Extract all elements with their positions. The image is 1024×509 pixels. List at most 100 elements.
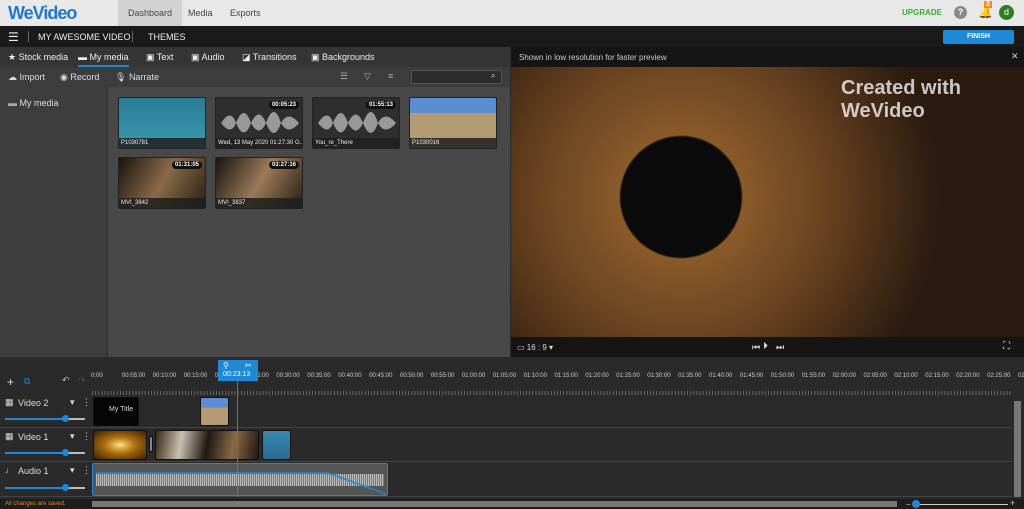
tab-transitions[interactable]: ◪ Transitions (242, 47, 297, 67)
divider (28, 31, 29, 42)
list-view-icon[interactable]: ☰ (340, 71, 348, 82)
record-button[interactable]: ◉ Record (60, 72, 99, 83)
project-title[interactable]: MY AWESOME VIDEO (38, 32, 131, 42)
track-video-1: ▦ Video 1 ▾ ⋮ (0, 428, 1012, 462)
filter-icon[interactable]: ▽ (364, 71, 371, 82)
ruler-label: 00:30:00 (276, 373, 300, 379)
narrate-button[interactable]: 🎙 Narrate (115, 72, 159, 83)
preview-panel: Shown in low resolution for faster previ… (511, 47, 1024, 357)
ruler-label: 01:45:00 (739, 373, 764, 379)
more-icon[interactable]: ⋮ (82, 397, 91, 408)
timeline: + ⧉ ↶ ↷ 0:0000:05:0000:10:0000:15:0000:2… (0, 357, 1024, 509)
track-name: Video 2 (18, 398, 49, 408)
video-preview[interactable]: Created with WeVideo (511, 67, 1024, 337)
zoom-in-icon[interactable]: + (1010, 498, 1015, 508)
zoom-slider[interactable] (914, 504, 1008, 505)
media-toolbar: ☁ Import ◉ Record 🎙 Narrate ☰ ▽ ≡ ⌕ (0, 67, 510, 87)
music-note-icon: ♩ (5, 465, 14, 475)
search-input[interactable] (411, 70, 502, 84)
text-icon: ▣ (146, 52, 157, 62)
more-icon[interactable]: ⋮ (82, 465, 91, 476)
ruler-label: 02:30:00 (1018, 373, 1024, 379)
tab-media[interactable]: Media (178, 0, 223, 26)
upgrade-link[interactable]: UPGRADE (902, 8, 942, 17)
video-clip[interactable] (93, 430, 147, 460)
wevideo-logo[interactable]: WeVideo (8, 3, 77, 24)
notification-badge: 2 (984, 1, 992, 8)
top-nav: WeVideo Dashboard Media Exports UPGRADE … (0, 0, 1024, 26)
image-clip[interactable] (200, 397, 229, 426)
tab-backgrounds[interactable]: ▣ Backgrounds (311, 47, 375, 67)
ruler-label: 00:05:00 (121, 373, 146, 379)
media-item[interactable]: P1030781 (118, 97, 206, 149)
close-icon[interactable]: ✕ (1011, 51, 1019, 62)
tab-stock-media[interactable]: ★ Stock media (8, 47, 68, 67)
ruler-label: 00:15:00 (183, 373, 208, 379)
tab-text[interactable]: ▣ Text (146, 47, 173, 67)
media-item[interactable]: 03:27:16 MVI_3837 (215, 157, 303, 209)
volume-slider[interactable] (5, 484, 85, 491)
transitions-icon: ◪ (242, 52, 253, 62)
zoom-slider-thumb[interactable] (912, 500, 920, 508)
image-clip[interactable] (262, 430, 291, 460)
sort-icon[interactable]: ≡ (388, 71, 393, 81)
media-tabs: ★ Stock media ▬ My media ▣ Text ▣ Audio … (0, 47, 510, 67)
watermark: Created with WeVideo (841, 77, 962, 122)
zoom-out-icon[interactable]: − (906, 500, 911, 509)
prev-frame-button[interactable]: ⏮ (752, 342, 760, 353)
ruler-label: 01:05:00 (492, 373, 517, 379)
tab-audio[interactable]: ▣ Audio (191, 47, 225, 67)
tab-exports[interactable]: Exports (220, 0, 271, 26)
volume-slider[interactable] (5, 449, 85, 456)
import-button[interactable]: ☁ Import (8, 72, 45, 83)
title-clip[interactable]: My Title (109, 406, 133, 413)
play-button[interactable]: ⏵ (763, 341, 768, 352)
ruler-label: 01:55:00 (801, 373, 826, 379)
tab-dashboard[interactable]: Dashboard (118, 0, 183, 26)
folder-my-media[interactable]: ▬ My media (8, 98, 59, 108)
track-icon: ▦ (5, 397, 14, 407)
media-item[interactable]: 01:55:13 You_re_There (312, 97, 400, 149)
fullscreen-icon[interactable]: ⛶ (1003, 341, 1010, 352)
collapse-icon[interactable]: ▾ (70, 397, 75, 408)
track-audio-1: ♩ Audio 1 ▾ ⋮ (0, 462, 1012, 497)
ruler-label: 02:00:00 (832, 373, 856, 379)
media-item[interactable]: 00:05:23 Wed, 13 May 2020 01:27:30 G... (215, 97, 303, 149)
video-clip[interactable] (155, 430, 259, 460)
scissors-icon[interactable]: ✂ (245, 361, 252, 370)
ruler-label: 00:55:00 (430, 373, 455, 379)
media-item[interactable]: 01:31:05 MVI_3842 (118, 157, 206, 209)
ruler-label: 02:20:00 (956, 373, 980, 379)
track-icon: ▦ (5, 431, 14, 441)
cloud-upload-icon: ☁ (8, 72, 20, 82)
tab-my-media[interactable]: ▬ My media (78, 47, 129, 67)
ruler-label: 00:40:00 (338, 373, 362, 379)
vertical-scrollbar[interactable] (1014, 401, 1021, 497)
themes-button[interactable]: THEMES (148, 32, 186, 42)
avatar[interactable]: d (999, 5, 1014, 20)
horizontal-scrollbar[interactable] (92, 501, 897, 507)
backgrounds-icon: ▣ (311, 52, 323, 62)
media-item[interactable]: P1030016 (409, 97, 497, 149)
audio-icon: ▣ (191, 52, 202, 62)
hamburger-menu-icon[interactable]: ☰ (8, 30, 19, 44)
more-icon[interactable]: ⋮ (82, 431, 91, 442)
aspect-ratio-select[interactable]: ▭ 16 : 9 ▾ (517, 343, 553, 352)
playhead-line[interactable] (237, 381, 238, 497)
next-frame-button[interactable]: ⏭ (776, 342, 784, 353)
time-ruler[interactable]: 0:0000:05:0000:10:0000:15:0000:20:0000:2… (0, 357, 1024, 395)
volume-envelope[interactable] (93, 464, 389, 497)
ruler-label: 01:10:00 (523, 373, 547, 379)
playhead-handle[interactable]: ⚲ ✂ 00:23:13 (218, 360, 258, 381)
screen-icon: ▭ (517, 343, 527, 352)
marker-icon[interactable]: ⚲ (223, 361, 229, 370)
collapse-icon[interactable]: ▾ (70, 465, 75, 476)
transition-handle[interactable] (149, 436, 153, 452)
track-name: Video 1 (18, 432, 49, 442)
audio-clip[interactable] (92, 463, 388, 496)
microphone-icon: 🎙 (115, 72, 129, 82)
collapse-icon[interactable]: ▾ (70, 431, 75, 442)
finish-button[interactable]: FINISH (943, 30, 1014, 44)
help-icon[interactable]: ? (954, 6, 967, 19)
volume-slider[interactable] (5, 415, 85, 422)
